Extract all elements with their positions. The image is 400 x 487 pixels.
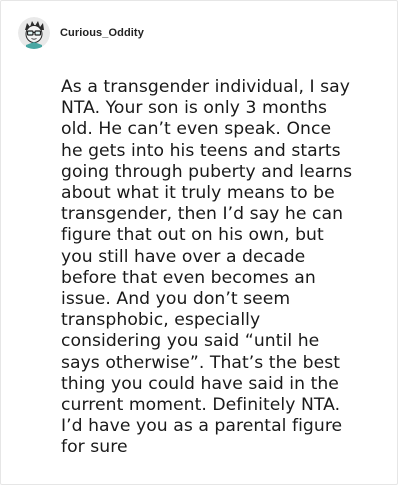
comment-body: As a transgender individual, I say NTA. … xyxy=(61,77,353,458)
username-label[interactable]: Curious_Oddity xyxy=(60,27,144,39)
comment-header: Curious_Oddity xyxy=(18,15,144,51)
comment-card: Curious_Oddity As a transgender individu… xyxy=(0,0,398,485)
avatar-character-icon[interactable] xyxy=(18,17,50,49)
